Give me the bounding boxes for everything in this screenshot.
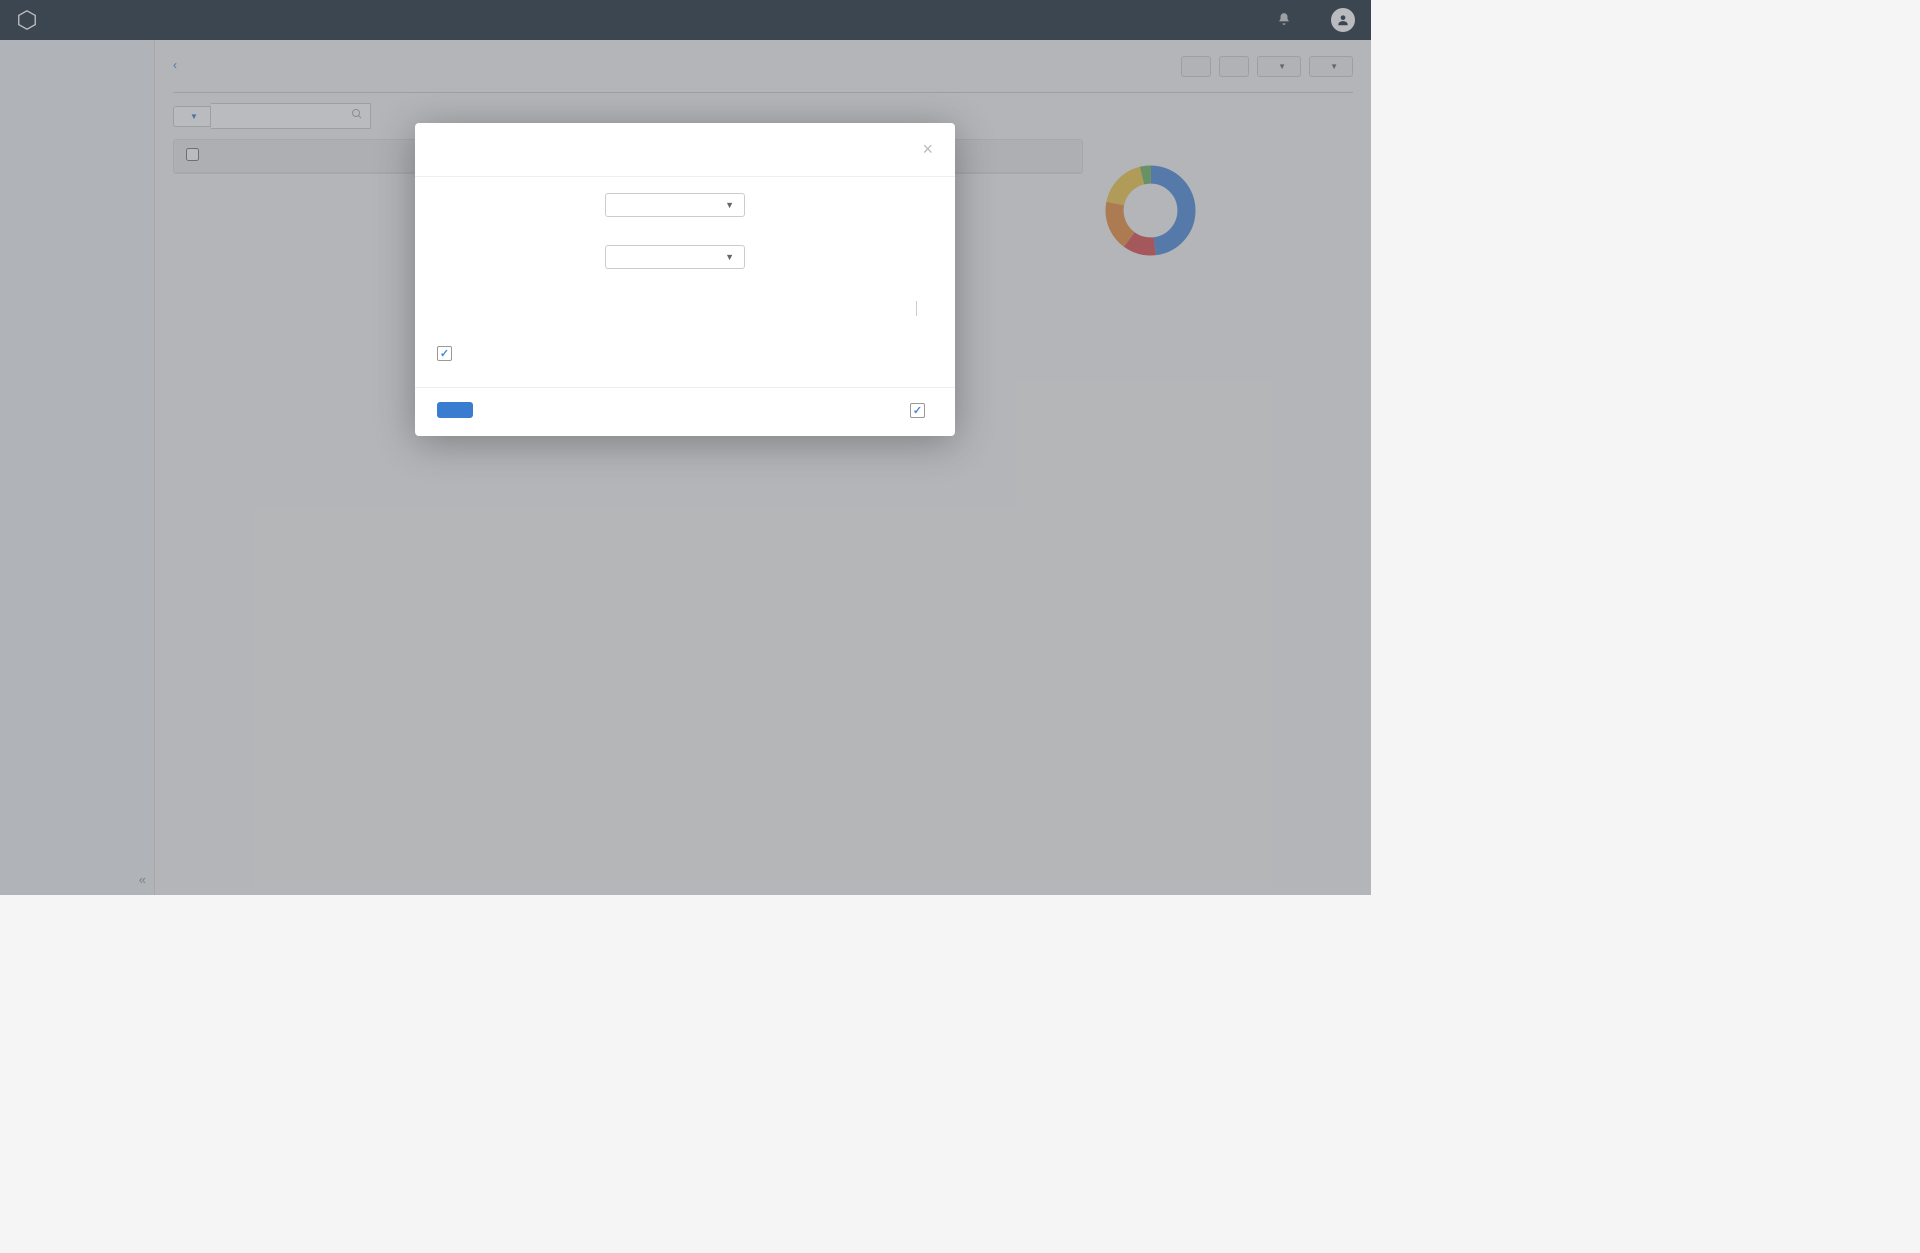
group-by-select[interactable]: ▼	[605, 245, 745, 269]
report-select[interactable]: ▼	[605, 193, 745, 217]
select-all-link[interactable]	[900, 301, 917, 316]
caret-down-icon: ▼	[725, 252, 734, 262]
caret-down-icon: ▼	[725, 200, 734, 210]
clear-link[interactable]	[917, 301, 933, 316]
generate-report-button[interactable]	[437, 402, 473, 418]
save-default-checkbox[interactable]	[910, 403, 925, 418]
modal-close-icon[interactable]: ×	[922, 139, 933, 160]
page-breaks-checkbox[interactable]	[437, 346, 452, 361]
generate-report-modal: × ▼ ▼	[415, 123, 955, 436]
